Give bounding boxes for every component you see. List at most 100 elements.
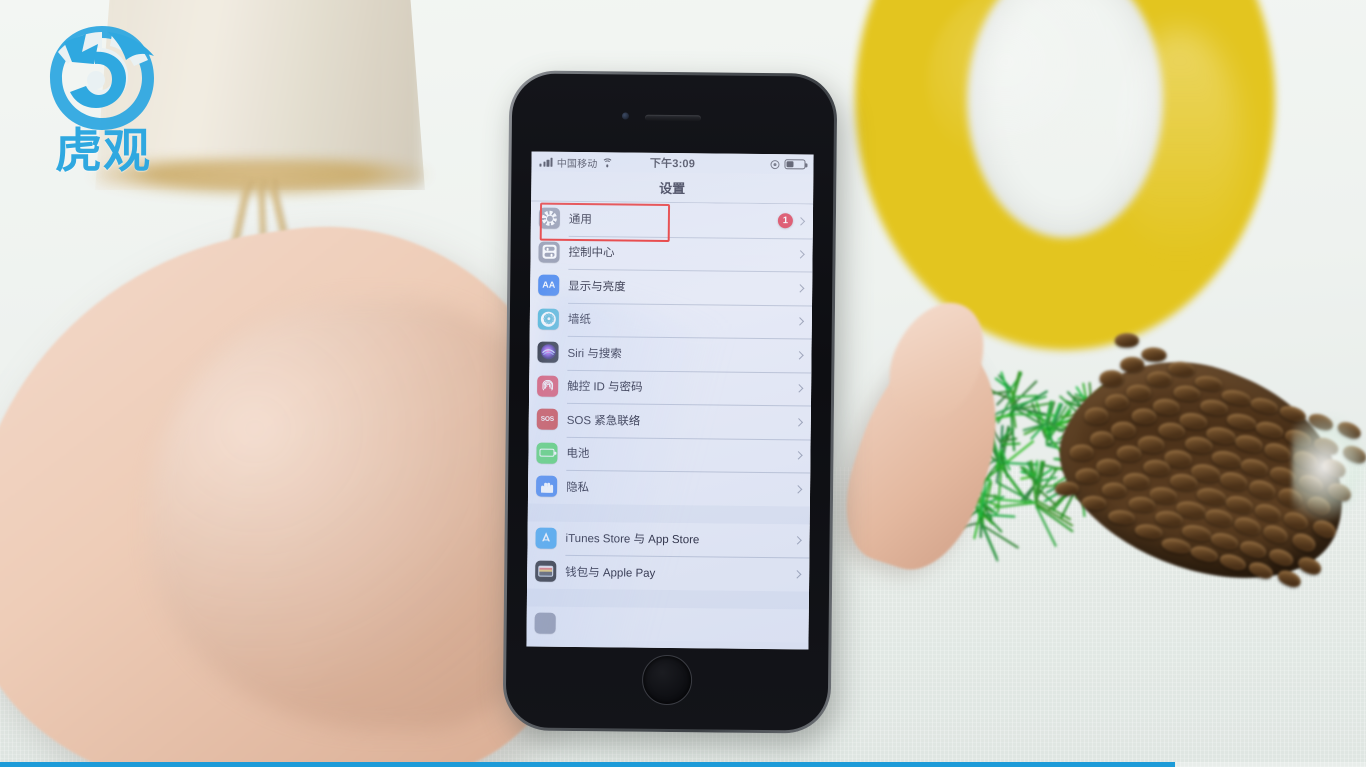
- privacy-hand-icon-tile: [536, 476, 557, 497]
- pine-cone-scale: [1111, 421, 1137, 439]
- wallpaper-icon-tile: [538, 308, 559, 329]
- display-brightness-icon-tile: AA: [538, 275, 559, 296]
- screenshot-stage: 中国移动 下午3:09 设置 通用 1 控制中心 AA 显示与亮度墙纸 Siri 与搜索触…: [0, 0, 1366, 767]
- huguan-tiger-emblem-icon: [42, 18, 162, 138]
- partial-app-icon-tile: [535, 612, 556, 633]
- wallet-icon: [538, 566, 553, 577]
- video-progress-fill: [0, 762, 1175, 767]
- settings-row-label: 显示与亮度: [568, 278, 797, 296]
- settings-list[interactable]: 通用 1 控制中心 AA 显示与亮度墙纸 Siri 与搜索 触控 ID 与密码 SOS SOS …: [526, 202, 813, 650]
- front-camera-icon: [622, 112, 629, 119]
- privacy-hand-icon: [541, 480, 553, 493]
- pine-cone-scale: [1105, 394, 1129, 410]
- phone-screen: 中国移动 下午3:09 设置 通用 1 控制中心 AA 显示与亮度墙纸 Siri 与搜索触…: [526, 152, 813, 650]
- settings-row-gear[interactable]: 通用 1: [531, 202, 813, 238]
- wifi-icon: [602, 158, 613, 167]
- notification-badge: 1: [778, 213, 793, 228]
- settings-row-label: 控制中心: [568, 244, 797, 262]
- sos-icon: SOS: [541, 416, 554, 423]
- touch-id-icon: [541, 379, 555, 393]
- chevron-right-icon: [793, 570, 801, 578]
- decor-sparkle: [1292, 412, 1366, 522]
- status-bar-left: 中国移动: [539, 154, 650, 170]
- siri-icon: [540, 343, 556, 361]
- settings-row-partial[interactable]: [527, 606, 809, 642]
- battery-icon-tile: [536, 442, 557, 463]
- chevron-right-icon: [797, 217, 805, 225]
- chevron-right-icon: [795, 418, 803, 426]
- pine-cone-scale: [1120, 357, 1144, 372]
- settings-row-label: iTunes Store 与 App Store: [565, 530, 794, 548]
- settings-group: iTunes Store 与 App Store 钱包与 Apple Pay: [527, 521, 810, 591]
- settings-row-wallet[interactable]: 钱包与 Apple Pay: [527, 555, 809, 591]
- settings-row-label: SOS 紧急联络: [567, 412, 796, 430]
- settings-row-label: 通用: [569, 211, 778, 229]
- pine-cone-scale: [1126, 384, 1152, 401]
- settings-row-privacy-hand[interactable]: 隐私: [528, 470, 810, 506]
- control-center-icon-tile: [538, 241, 559, 262]
- settings-row-app-store[interactable]: iTunes Store 与 App Store: [527, 521, 809, 557]
- chevron-right-icon: [795, 384, 803, 392]
- location-services-icon: [770, 160, 779, 169]
- chevron-right-icon: [795, 351, 803, 359]
- pine-cone-scale: [1090, 431, 1114, 447]
- settings-row-touch-id[interactable]: 触控 ID 与密码: [529, 369, 811, 405]
- pine-cone-scale: [1276, 567, 1303, 590]
- app-store-icon-tile: [535, 527, 556, 548]
- yellow-ring-highlight: [1120, 30, 1240, 260]
- gear-icon: [542, 211, 557, 226]
- page-title: 设置: [531, 172, 813, 205]
- status-bar-right: [695, 158, 805, 169]
- settings-row-label: Siri 与搜索: [567, 345, 796, 363]
- display-brightness-icon: AA: [542, 281, 555, 290]
- pine-cone-scale: [1055, 482, 1079, 496]
- wallet-icon-tile: [535, 561, 556, 582]
- pine-cone-scale: [1096, 458, 1122, 475]
- settings-row-display-brightness[interactable]: AA 显示与亮度: [530, 269, 812, 305]
- chevron-right-icon: [796, 250, 804, 258]
- pine-needle: [1001, 443, 1021, 446]
- touch-id-icon-tile: [537, 375, 558, 396]
- chevron-right-icon: [796, 317, 804, 325]
- pine-cone-scale: [1102, 482, 1128, 498]
- watermark-brand-text: 虎观: [40, 128, 166, 175]
- iphone-front-glass: 中国移动 下午3:09 设置 通用 1 控制中心 AA 显示与亮度墙纸 Siri 与搜索触…: [506, 73, 835, 730]
- wallpaper-icon: [541, 311, 556, 326]
- settings-group: 通用 1 控制中心 AA 显示与亮度墙纸 Siri 与搜索 触控 ID 与密码 SOS SOS …: [528, 202, 813, 506]
- chevron-right-icon: [794, 451, 802, 459]
- gear-icon-tile: [539, 208, 560, 229]
- settings-row-label: 墙纸: [568, 311, 797, 329]
- pine-cone-scale: [1100, 370, 1124, 386]
- watermark-logo: 虎观: [32, 18, 172, 183]
- carrier-label: 中国移动: [557, 154, 598, 169]
- settings-row-sos[interactable]: SOS SOS 紧急联络: [529, 403, 811, 439]
- status-bar-clock: 下午3:09: [650, 155, 695, 171]
- settings-row-wallpaper[interactable]: 墙纸: [530, 302, 812, 338]
- chevron-right-icon: [794, 485, 802, 493]
- signal-bars-icon: [539, 157, 552, 166]
- home-button[interactable]: [642, 655, 693, 706]
- settings-row-control-center[interactable]: 控制中心: [530, 235, 812, 271]
- settings-row-siri[interactable]: Siri 与搜索: [529, 336, 811, 372]
- video-progress-track[interactable]: [0, 762, 1366, 767]
- siri-icon-tile: [537, 342, 558, 363]
- pine-cone-scale: [1115, 333, 1139, 347]
- pine-cone-scale: [1070, 444, 1094, 460]
- pine-cone-scale: [1141, 347, 1167, 362]
- pine-cone-scale: [1146, 371, 1172, 387]
- settings-row-battery[interactable]: 电池: [528, 436, 810, 472]
- pine-cone-scale: [1075, 468, 1099, 483]
- settings-row-label: 钱包与 Apple Pay: [565, 564, 794, 582]
- chevron-right-icon: [793, 536, 801, 544]
- settings-row-label: 电池: [566, 445, 795, 463]
- battery-icon: [539, 449, 554, 457]
- control-center-icon: [542, 245, 556, 259]
- settings-row-label: 触控 ID 与密码: [567, 378, 796, 396]
- pine-cone-scale: [1084, 407, 1108, 424]
- pine-cone-scale: [1296, 554, 1324, 577]
- settings-row-label: 隐私: [566, 479, 795, 497]
- earpiece-speaker-icon: [645, 115, 701, 122]
- battery-icon: [784, 159, 805, 169]
- iphone-device: 中国移动 下午3:09 设置 通用 1 控制中心 AA 显示与亮度墙纸 Siri 与搜索触…: [503, 70, 838, 733]
- chevron-right-icon: [796, 284, 804, 292]
